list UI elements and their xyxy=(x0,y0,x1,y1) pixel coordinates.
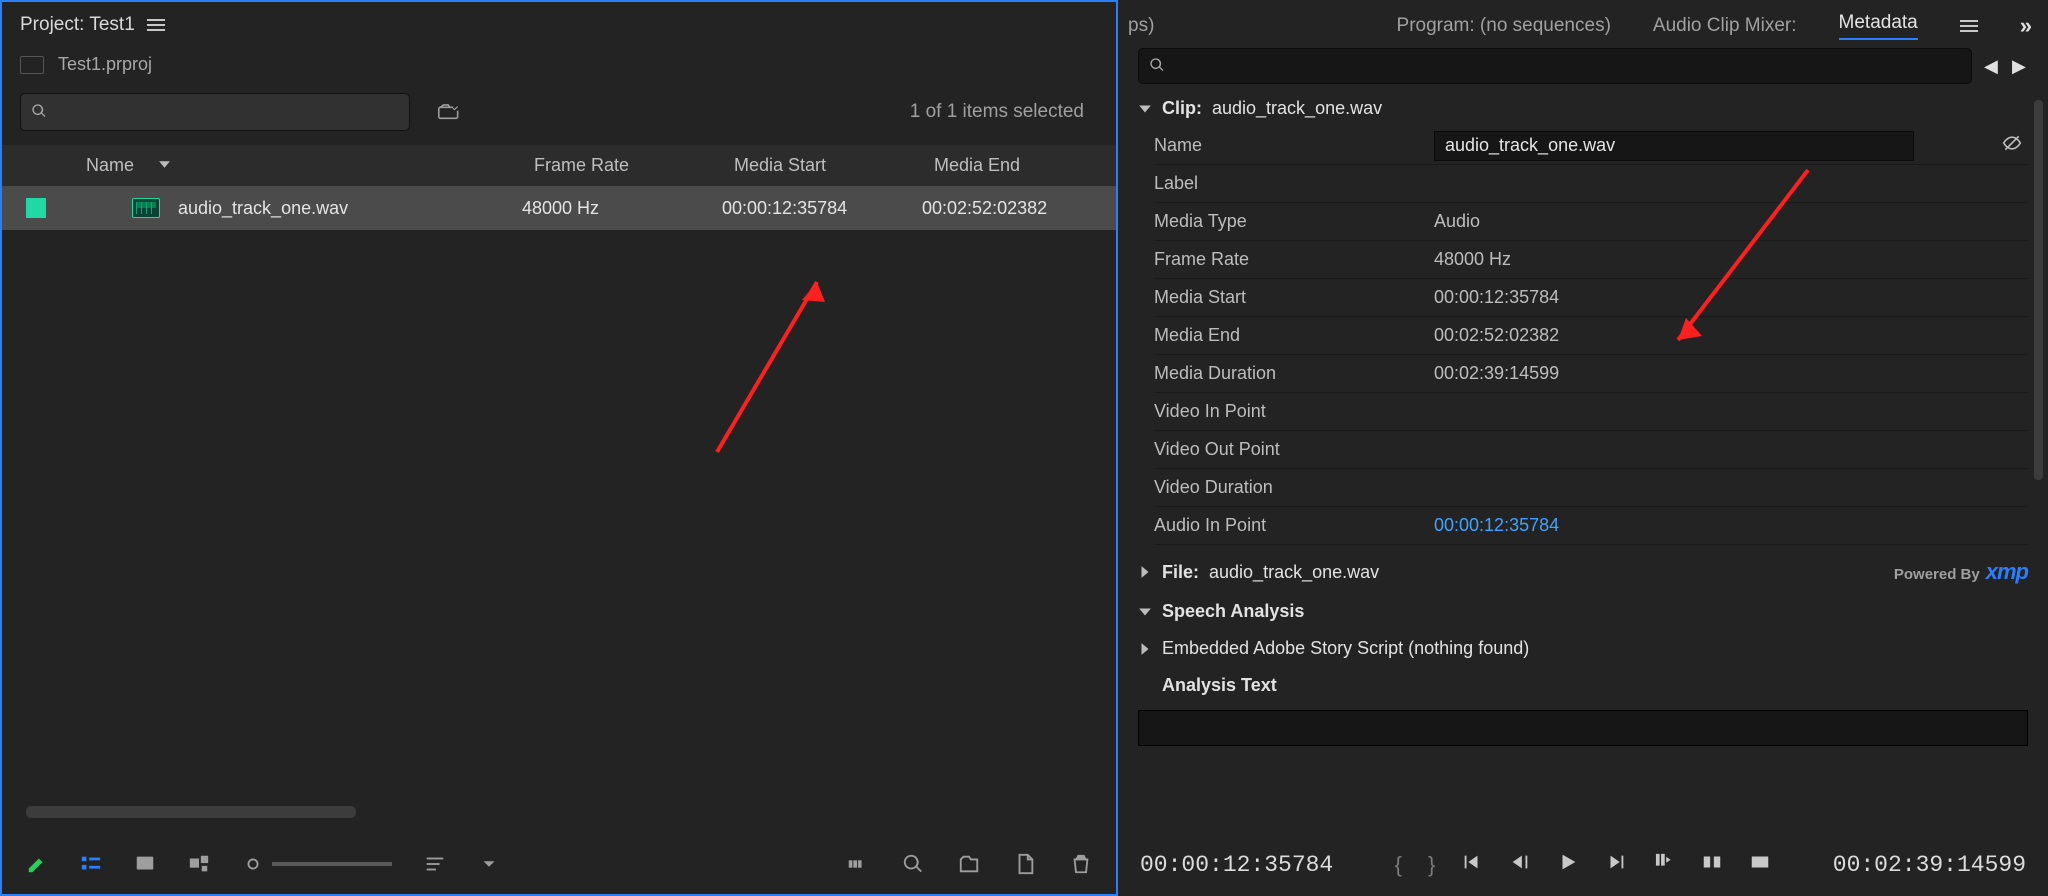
list-view-icon[interactable] xyxy=(80,853,102,875)
metadata-scrollbar[interactable] xyxy=(2034,100,2043,480)
tab-audio-mixer[interactable]: Audio Clip Mixer: xyxy=(1653,15,1797,37)
up-folder-icon[interactable] xyxy=(20,56,44,74)
chevron-down-icon xyxy=(1138,605,1152,619)
sort-icon[interactable] xyxy=(424,853,446,875)
overflow-icon[interactable]: » xyxy=(2020,13,2028,39)
tab-metadata[interactable]: Metadata xyxy=(1839,12,1918,40)
col-frame-rate[interactable]: Frame Rate xyxy=(534,155,629,175)
speech-section-header[interactable]: Speech Analysis xyxy=(1118,593,2048,630)
clip-section-header[interactable]: Clip: audio_track_one.wav xyxy=(1118,90,2048,127)
clip-media-end: 00:02:52:02382 xyxy=(922,198,1116,219)
meta-media-start: 00:00:12:35784 xyxy=(1434,287,2028,308)
prev-result-icon[interactable]: ◀ xyxy=(1984,56,2000,77)
visibility-off-icon[interactable] xyxy=(1996,133,2028,158)
xmp-logo: xmp xyxy=(1986,559,2028,585)
sort-caret-icon xyxy=(158,155,171,176)
chevron-right-icon xyxy=(1138,642,1152,656)
icon-view-icon[interactable] xyxy=(134,853,156,875)
new-item-icon[interactable] xyxy=(1014,853,1036,875)
analysis-text-label: Analysis Text xyxy=(1118,667,2048,704)
metadata-panel: ps) Program: (no sequences) Audio Clip M… xyxy=(1118,0,2048,896)
bin-column-header[interactable]: Name Frame Rate Media Start Media End xyxy=(2,145,1116,186)
bin-horiz-scrollbar[interactable] xyxy=(26,806,356,818)
source-monitor-controls: 00:00:12:35784 { } 00:02:39:14599 xyxy=(1118,834,2048,896)
zoom-slider[interactable] xyxy=(242,853,392,875)
chevron-down-icon[interactable] xyxy=(478,853,500,875)
insert-icon[interactable] xyxy=(1701,851,1723,879)
clip-name: audio_track_one.wav xyxy=(178,198,348,219)
metadata-search-input[interactable] xyxy=(1138,48,1972,84)
col-name[interactable]: Name xyxy=(86,155,134,176)
project-tab-label[interactable]: Project: Test1 xyxy=(20,14,135,36)
clip-frame-rate: 48000 Hz xyxy=(522,198,722,219)
mark-out-brace-icon[interactable]: } xyxy=(1428,852,1435,878)
clip-media-start: 00:00:12:35784 xyxy=(722,198,922,219)
clip-metadata-list: Name Label Media TypeAudio Frame Rate480… xyxy=(1154,127,2028,545)
file-section-header[interactable]: File: audio_track_one.wav Powered By xmp xyxy=(1118,551,2048,593)
metadata-panel-menu-icon[interactable] xyxy=(1960,20,1978,32)
play-icon[interactable] xyxy=(1557,851,1579,879)
new-bin-icon[interactable] xyxy=(438,101,460,123)
project-file-name: Test1.prproj xyxy=(58,54,152,75)
step-back-icon[interactable] xyxy=(1509,851,1531,879)
meta-row-name: Name xyxy=(1154,127,2028,165)
go-to-in-icon[interactable] xyxy=(1461,851,1483,879)
analysis-text-input[interactable] xyxy=(1138,710,2028,746)
selection-count: 1 of 1 items selected xyxy=(910,101,1084,123)
new-bin-button-icon[interactable] xyxy=(958,853,980,875)
trash-icon[interactable] xyxy=(1070,853,1092,875)
col-media-start[interactable]: Media Start xyxy=(734,155,826,175)
go-to-out-icon[interactable] xyxy=(1653,851,1675,879)
pencil-icon[interactable] xyxy=(26,853,48,875)
freeform-view-icon[interactable] xyxy=(188,853,210,875)
tab-program[interactable]: Program: (no sequences) xyxy=(1397,15,1611,37)
clip-label-swatch xyxy=(26,198,46,218)
project-search-input[interactable] xyxy=(20,93,410,131)
out-timecode[interactable]: 00:02:39:14599 xyxy=(1833,852,2026,878)
mark-in-brace-icon[interactable]: { xyxy=(1395,852,1402,878)
bin-row[interactable]: audio_track_one.wav 48000 Hz 00:00:12:35… xyxy=(2,186,1116,230)
story-section-header[interactable]: Embedded Adobe Story Script (nothing fou… xyxy=(1118,630,2048,667)
col-media-end[interactable]: Media End xyxy=(934,155,1020,175)
search-icon xyxy=(31,103,47,122)
in-timecode[interactable]: 00:00:12:35784 xyxy=(1140,852,1333,878)
clip-name-input[interactable] xyxy=(1434,131,1914,161)
next-result-icon[interactable]: ▶ xyxy=(2012,56,2028,77)
audio-clip-icon xyxy=(132,198,160,218)
chevron-right-icon xyxy=(1138,565,1152,579)
project-footer xyxy=(2,834,1116,894)
project-panel: Project: Test1 Test1.prproj 1 of 1 items… xyxy=(0,0,1118,896)
overwrite-icon[interactable] xyxy=(1749,851,1771,879)
meta-audio-in[interactable]: 00:00:12:35784 xyxy=(1434,515,2028,536)
automate-to-sequence-icon[interactable] xyxy=(846,853,868,875)
panel-menu-icon[interactable] xyxy=(147,19,165,31)
step-forward-icon[interactable] xyxy=(1605,851,1627,879)
find-icon[interactable] xyxy=(902,853,924,875)
chevron-down-icon xyxy=(1138,102,1152,116)
search-icon xyxy=(1149,57,1165,76)
powered-by-xmp: Powered By xmp xyxy=(1894,559,2038,585)
tab-truncated[interactable]: ps) xyxy=(1128,15,1154,37)
